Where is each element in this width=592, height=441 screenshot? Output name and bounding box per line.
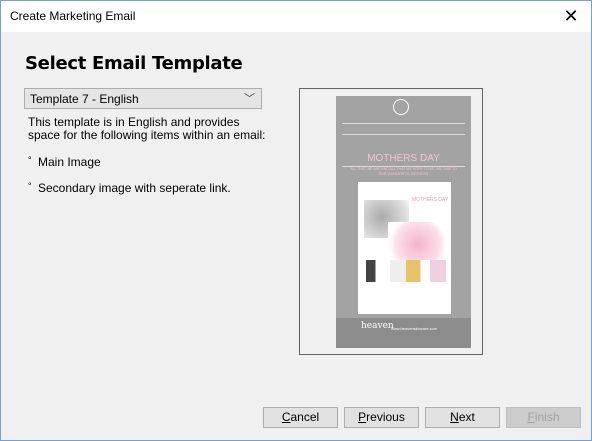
- title-bar: Create Marketing Email ✕: [1, 1, 591, 32]
- previous-button[interactable]: Previous: [344, 407, 419, 428]
- chevron-down-icon: ﹀: [244, 93, 255, 105]
- template-select-value: Template 7 - English: [30, 92, 139, 106]
- template-preview: MOTHERS DAY ALL THAT WE ARE AND ALL THAT…: [299, 88, 483, 355]
- products-image: [366, 260, 446, 282]
- preview-website: www.heavenskincare.com: [391, 326, 438, 331]
- close-icon[interactable]: ✕: [559, 5, 583, 27]
- list-item: ° Secondary image with seperate link.: [28, 181, 231, 195]
- preview-headline: MOTHERS DAY: [367, 153, 440, 164]
- preview-footer: heaven www.heavenskincare.com: [336, 318, 471, 348]
- poster-headline: MOTHERS DAY: [412, 197, 449, 203]
- preview-slogan: ALL THAT WE ARE AND ALL THAT WE HOPE TO …: [350, 167, 457, 176]
- bullet-icon: °: [28, 155, 32, 165]
- page-title: Select Email Template: [25, 53, 243, 74]
- next-button[interactable]: Next: [425, 407, 500, 428]
- list-item-label: Main Image: [38, 155, 101, 169]
- window-title: Create Marketing Email: [10, 9, 136, 23]
- template-select[interactable]: Template 7 - English ﹀: [24, 88, 262, 109]
- cancel-button[interactable]: Cancel: [263, 407, 338, 428]
- list-item-label: Secondary image with seperate link.: [38, 181, 231, 195]
- list-item: ° Main Image: [28, 155, 101, 169]
- email-preview-image: MOTHERS DAY ALL THAT WE ARE AND ALL THAT…: [336, 96, 471, 348]
- brand-logo: heaven: [361, 321, 394, 331]
- finish-button[interactable]: Finish: [506, 407, 581, 428]
- bullet-icon: °: [28, 181, 32, 191]
- template-description: This template is in English and provides…: [28, 115, 266, 142]
- logo-icon: [393, 99, 409, 115]
- main-image: MOTHERS DAY: [358, 182, 451, 314]
- create-marketing-email-dialog: Create Marketing Email ✕ Select Email Te…: [0, 0, 592, 441]
